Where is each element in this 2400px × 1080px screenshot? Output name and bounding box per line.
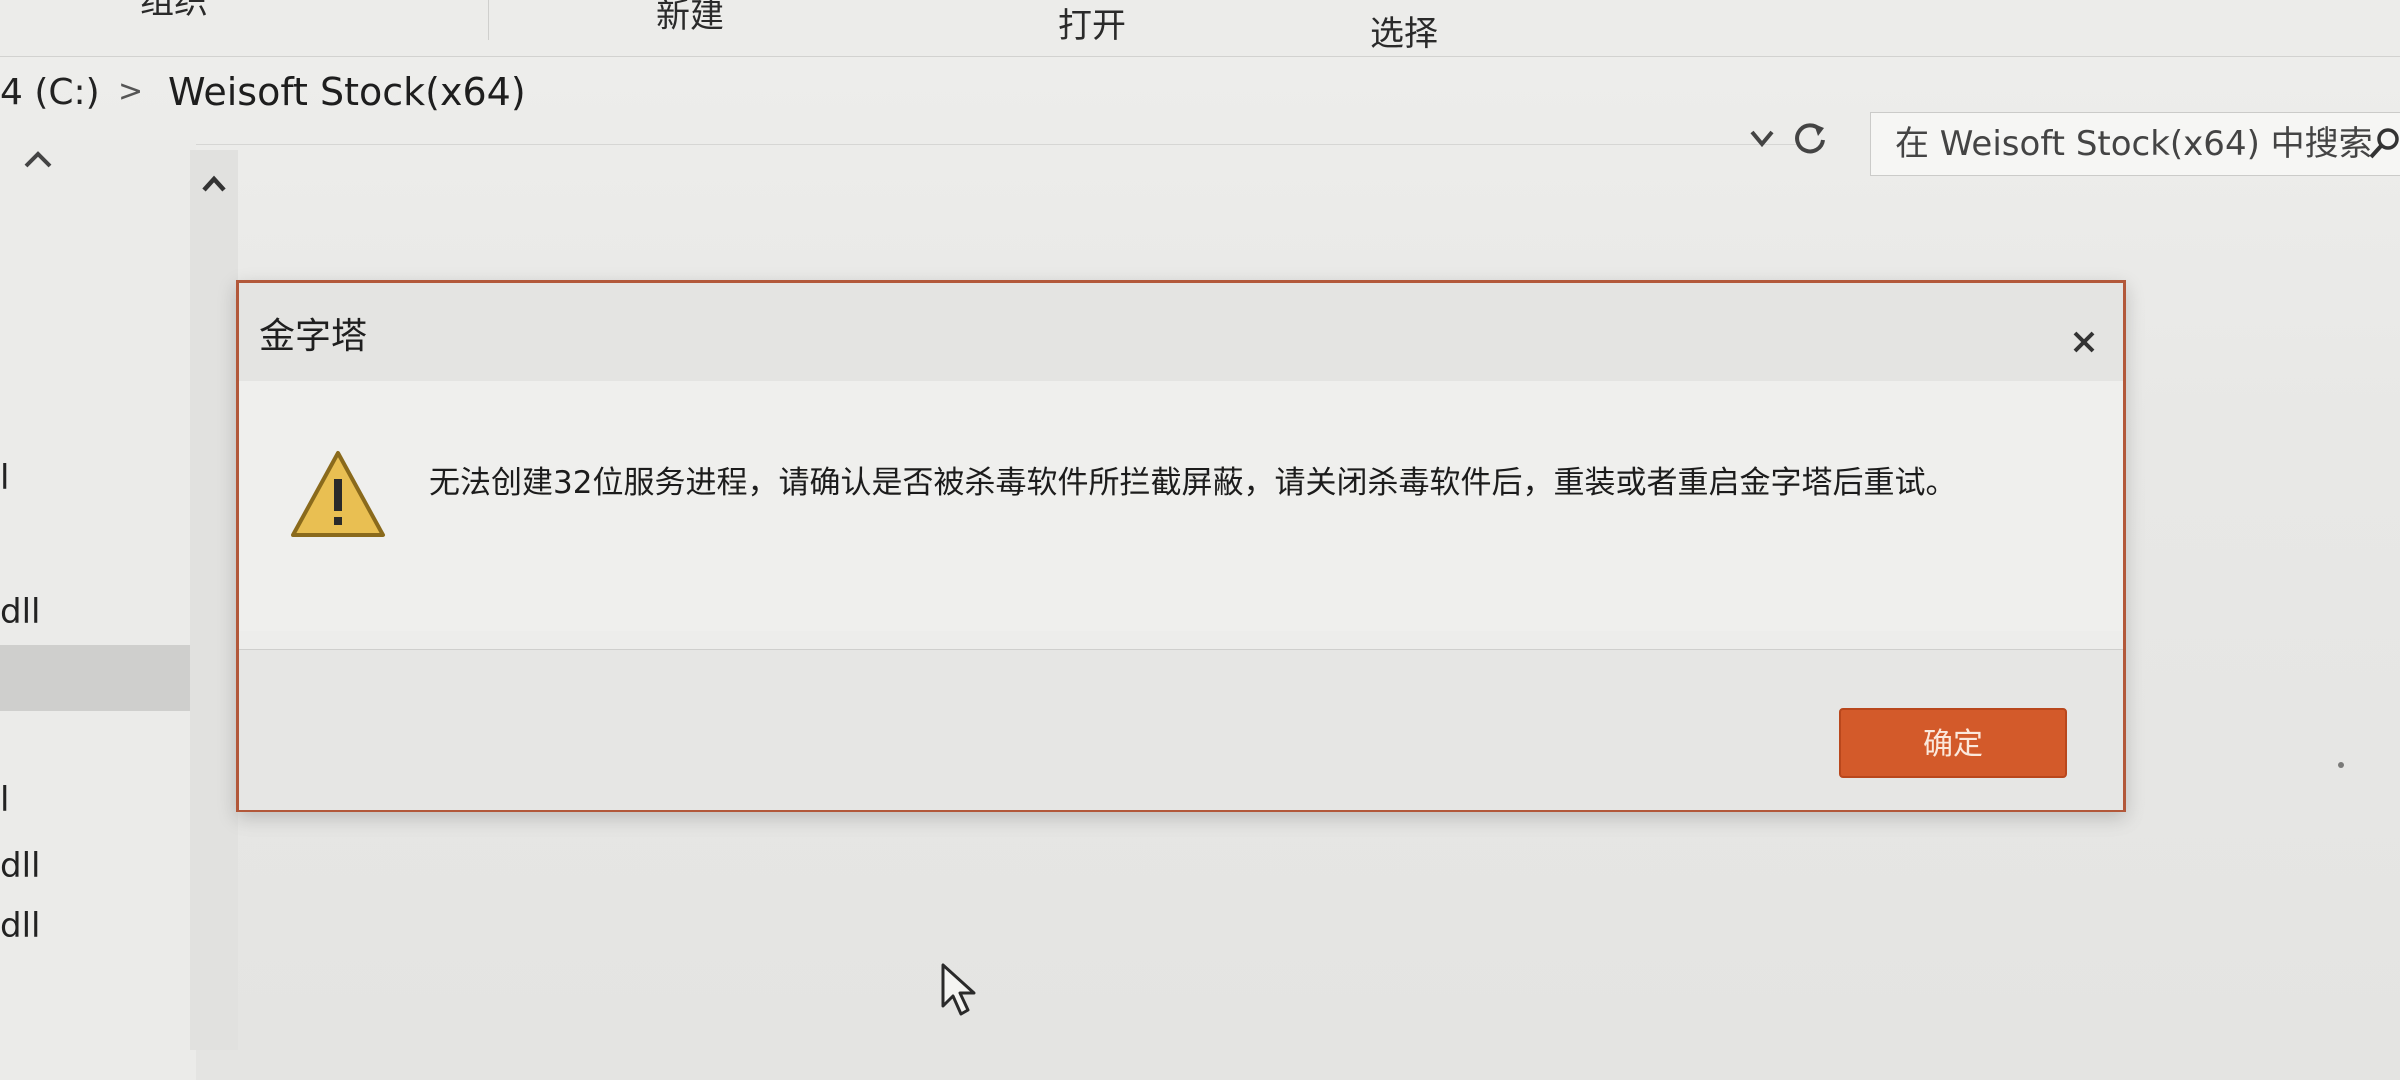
nav-selected-item[interactable]	[0, 645, 196, 711]
dialog-footer: 确定	[239, 649, 2123, 810]
screen: 组织 新建 打开 选择 4 (C:) > Weisoft Stock(x64) …	[0, 0, 2400, 1080]
nav-item-fragment[interactable]: dll	[0, 906, 40, 946]
dialog-message: 无法创建32位服务进程，请确认是否被杀毒软件所拦截屏蔽，请关闭杀毒软件后，重装或…	[429, 465, 1957, 501]
ribbon-bar: 组织 新建 打开 选择	[0, 0, 2400, 57]
refresh-icon[interactable]	[1788, 116, 1832, 160]
scrollbar-track[interactable]	[190, 150, 238, 1050]
nav-item-fragment[interactable]: dll	[0, 592, 40, 632]
search-icon[interactable]	[2368, 126, 2400, 160]
ribbon-select[interactable]: 选择	[1370, 12, 1438, 68]
ribbon-new[interactable]: 新建	[656, 0, 724, 50]
nav-item-fragment[interactable]: l	[0, 780, 9, 820]
address-bar[interactable]: 4 (C:) > Weisoft Stock(x64)	[0, 62, 1800, 145]
warning-icon	[291, 451, 385, 537]
nav-item-fragment[interactable]: dll	[0, 846, 40, 886]
dialog-title: 金字塔	[259, 316, 368, 357]
search-input[interactable]: 在 Weisoft Stock(x64) 中搜索	[1870, 112, 2400, 176]
nav-item-fragment[interactable]: l	[0, 458, 9, 498]
error-dialog: 金字塔 无法创建32位服务进程，请确认是否被杀毒软件所拦截屏蔽，请关闭杀毒软件后…	[236, 280, 2126, 812]
breadcrumb-separator: >	[118, 74, 144, 109]
dust-speck	[2338, 762, 2344, 768]
breadcrumb-folder[interactable]: Weisoft Stock(x64)	[168, 70, 526, 114]
chevron-up-icon[interactable]	[196, 166, 232, 202]
chevron-up-icon[interactable]	[18, 140, 58, 180]
ribbon-open[interactable]: 打开	[1058, 4, 1126, 60]
ribbon-organize[interactable]: 组织	[140, 0, 208, 36]
chevron-down-icon[interactable]	[1742, 118, 1782, 158]
ribbon-divider	[488, 0, 489, 40]
close-icon[interactable]	[2065, 323, 2103, 361]
mouse-pointer-icon	[941, 963, 976, 1016]
dialog-titlebar[interactable]: 金字塔	[239, 283, 2123, 381]
ok-button[interactable]: 确定	[1839, 708, 2067, 778]
breadcrumb-drive[interactable]: 4 (C:)	[0, 72, 100, 113]
